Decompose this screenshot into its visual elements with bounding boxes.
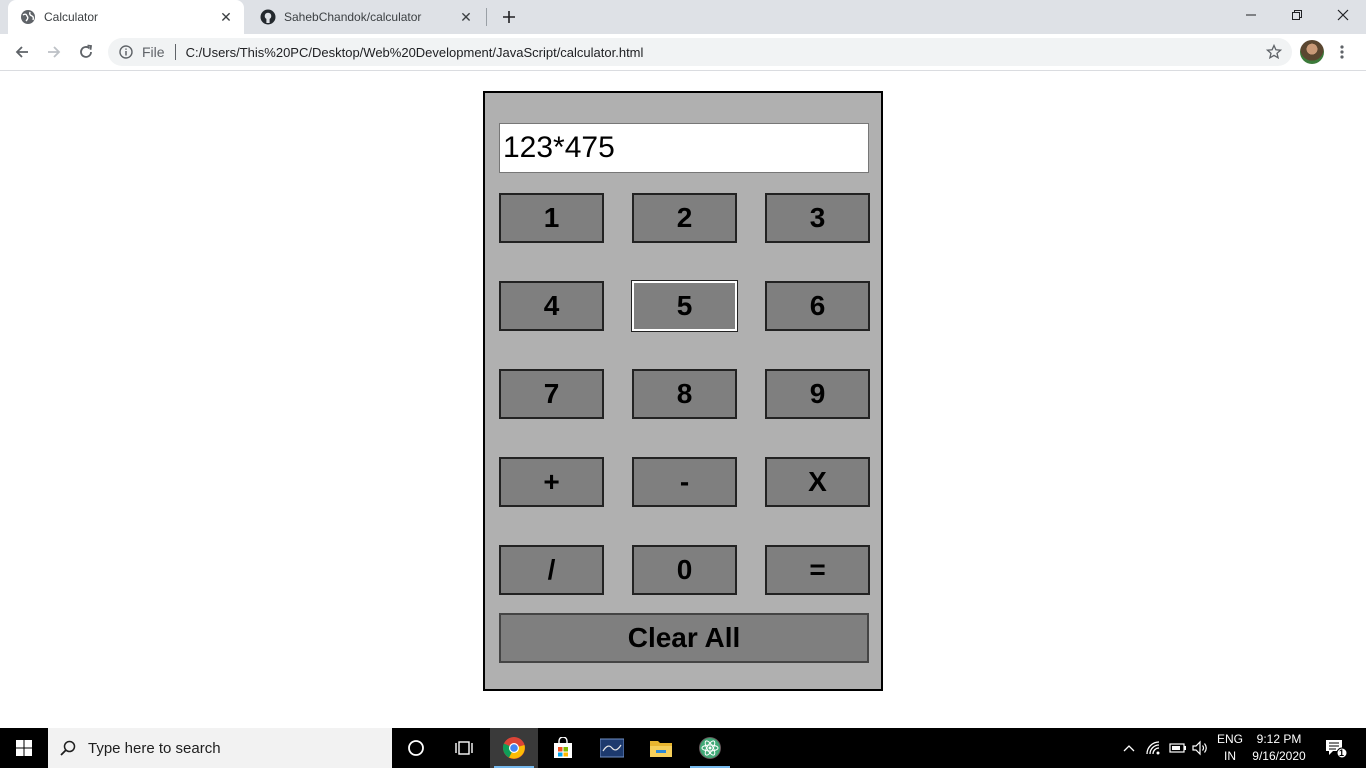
notification-count: 1: [1339, 748, 1345, 758]
taskbar-chrome[interactable]: [490, 728, 538, 768]
address-bar[interactable]: File C:/Users/This%20PC/Desktop/Web%20De…: [108, 38, 1292, 66]
close-window-button[interactable]: [1320, 0, 1366, 30]
reload-icon: [80, 44, 93, 58]
profile-avatar[interactable]: [1300, 40, 1324, 64]
restore-icon: [1292, 10, 1302, 20]
close-tab-icon[interactable]: ✕: [454, 5, 478, 29]
folder-icon: [650, 741, 672, 757]
mysql-workbench-icon: [600, 738, 624, 758]
url-text[interactable]: C:/Users/This%20PC/Desktop/Web%20Develop…: [186, 45, 1260, 60]
search-placeholder: Type here to search: [88, 739, 221, 757]
close-tab-icon[interactable]: ✕: [214, 5, 238, 29]
clock-time: 9:12 PM: [1256, 732, 1302, 746]
github-icon: [260, 9, 276, 25]
taskbar-store[interactable]: [539, 728, 587, 768]
browser-menu-button[interactable]: [1332, 38, 1352, 66]
tab-strip: Calculator ✕ SahebChandok/calculator ✕: [0, 0, 1366, 34]
key-multiply[interactable]: X: [765, 457, 870, 507]
globe-icon: [20, 9, 36, 25]
taskbar-atom[interactable]: [686, 728, 734, 768]
windows-taskbar: Type here to search ENG IN 9:12 PM 9/16/: [0, 728, 1366, 768]
battery-button[interactable]: [1166, 728, 1190, 768]
key-8[interactable]: 8: [632, 369, 737, 419]
cortana-button[interactable]: [392, 728, 440, 768]
key-9[interactable]: 9: [765, 369, 870, 419]
calculator-display[interactable]: 123*475: [499, 123, 869, 173]
minimize-button[interactable]: [1228, 0, 1274, 30]
task-view-button[interactable]: [440, 728, 488, 768]
cortana-icon: [408, 740, 424, 756]
search-icon: [48, 739, 88, 757]
key-7[interactable]: 7: [499, 369, 604, 419]
region-code: IN: [1224, 749, 1236, 763]
taskbar-file-explorer[interactable]: [637, 728, 685, 768]
windows-logo-icon: [16, 740, 32, 756]
page-content: 123*475 1 2 3 4 5 6 7 8 9 + - X / 0 = Cl…: [0, 72, 1366, 728]
key-2[interactable]: 2: [632, 193, 737, 243]
key-6[interactable]: 6: [765, 281, 870, 331]
tab-github[interactable]: SahebChandok/calculator ✕: [248, 0, 484, 34]
chrome-icon: [502, 737, 525, 759]
key-plus[interactable]: +: [499, 457, 604, 507]
clock-date: 9/16/2020: [1252, 749, 1306, 763]
system-clock[interactable]: 9:12 PM 9/16/2020: [1246, 731, 1312, 765]
browser-toolbar: File C:/Users/This%20PC/Desktop/Web%20De…: [0, 34, 1366, 71]
new-tab-button[interactable]: [496, 4, 522, 30]
taskbar-mysql[interactable]: [588, 728, 636, 768]
back-button[interactable]: [8, 38, 36, 66]
key-minus[interactable]: -: [632, 457, 737, 507]
chevron-up-icon: [1123, 745, 1135, 752]
bookmark-star-icon[interactable]: [1260, 38, 1288, 66]
tab-calculator[interactable]: Calculator ✕: [8, 0, 244, 34]
task-view-icon: [455, 741, 473, 755]
language-code: ENG: [1216, 732, 1243, 746]
battery-icon: [1169, 743, 1186, 753]
close-icon: [1337, 9, 1349, 21]
volume-button[interactable]: [1189, 728, 1211, 768]
store-icon: [554, 737, 572, 758]
key-3[interactable]: 3: [765, 193, 870, 243]
key-4[interactable]: 4: [499, 281, 604, 331]
clear-all-button[interactable]: Clear All: [499, 613, 869, 663]
taskbar-search[interactable]: Type here to search: [48, 728, 392, 768]
omnibox-divider: [174, 44, 176, 60]
calculator: 123*475 1 2 3 4 5 6 7 8 9 + - X / 0 = Cl…: [483, 91, 883, 691]
arrow-left-icon: [15, 46, 28, 58]
restore-button[interactable]: [1274, 0, 1320, 30]
speaker-icon: [1192, 740, 1207, 756]
key-5[interactable]: 5: [631, 280, 738, 332]
scheme-label: File: [142, 44, 165, 60]
start-button[interactable]: [0, 728, 48, 768]
key-equals[interactable]: =: [765, 545, 870, 595]
key-divide[interactable]: /: [499, 545, 604, 595]
network-button[interactable]: [1142, 728, 1166, 768]
tab-title: Calculator: [44, 10, 99, 24]
tab-title: SahebChandok/calculator: [284, 10, 422, 24]
forward-button[interactable]: [40, 38, 68, 66]
arrow-right-icon: [48, 46, 61, 58]
atom-editor-icon: [699, 737, 721, 759]
more-vert-icon: [1340, 45, 1344, 59]
reload-button[interactable]: [72, 38, 100, 66]
key-1[interactable]: 1: [499, 193, 604, 243]
action-center-button[interactable]: 1: [1318, 728, 1354, 768]
minimize-icon: [1246, 14, 1256, 16]
key-0[interactable]: 0: [632, 545, 737, 595]
tab-divider: [486, 8, 487, 26]
language-indicator[interactable]: ENG IN: [1212, 731, 1248, 765]
info-icon[interactable]: [118, 44, 134, 60]
wifi-icon: [1146, 741, 1160, 755]
show-hidden-icons-button[interactable]: [1118, 728, 1140, 768]
plus-icon: [503, 11, 515, 23]
